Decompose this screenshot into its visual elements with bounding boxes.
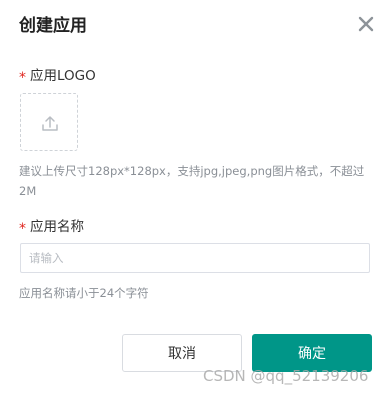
close-button[interactable] <box>356 14 376 34</box>
confirm-button-label: 确定 <box>298 346 326 362</box>
name-field-label: * 应用名称 <box>19 218 84 237</box>
app-name-hint: 应用名称请小于24个字符 <box>19 286 149 300</box>
name-label-text: 应用名称 <box>30 219 84 235</box>
logo-upload-button[interactable] <box>20 93 78 151</box>
logo-field-label: * 应用LOGO <box>19 67 96 86</box>
app-name-input[interactable] <box>20 243 370 273</box>
logo-label-text: 应用LOGO <box>30 68 96 84</box>
create-app-dialog: 创建应用 * 应用LOGO 建议上传尺寸128px*128px，支持jpg,jpe… <box>0 0 388 395</box>
required-mark: * <box>19 70 26 86</box>
required-mark: * <box>19 221 26 237</box>
upload-icon <box>42 116 58 131</box>
cancel-button-label: 取消 <box>168 346 196 362</box>
close-icon <box>358 16 374 32</box>
watermark: CSDN @qq_52139206 <box>203 367 369 385</box>
logo-upload-hint: 建议上传尺寸128px*128px，支持jpg,jpeg,png图片格式，不超过… <box>19 164 365 198</box>
dialog-title: 创建应用 <box>19 16 87 36</box>
